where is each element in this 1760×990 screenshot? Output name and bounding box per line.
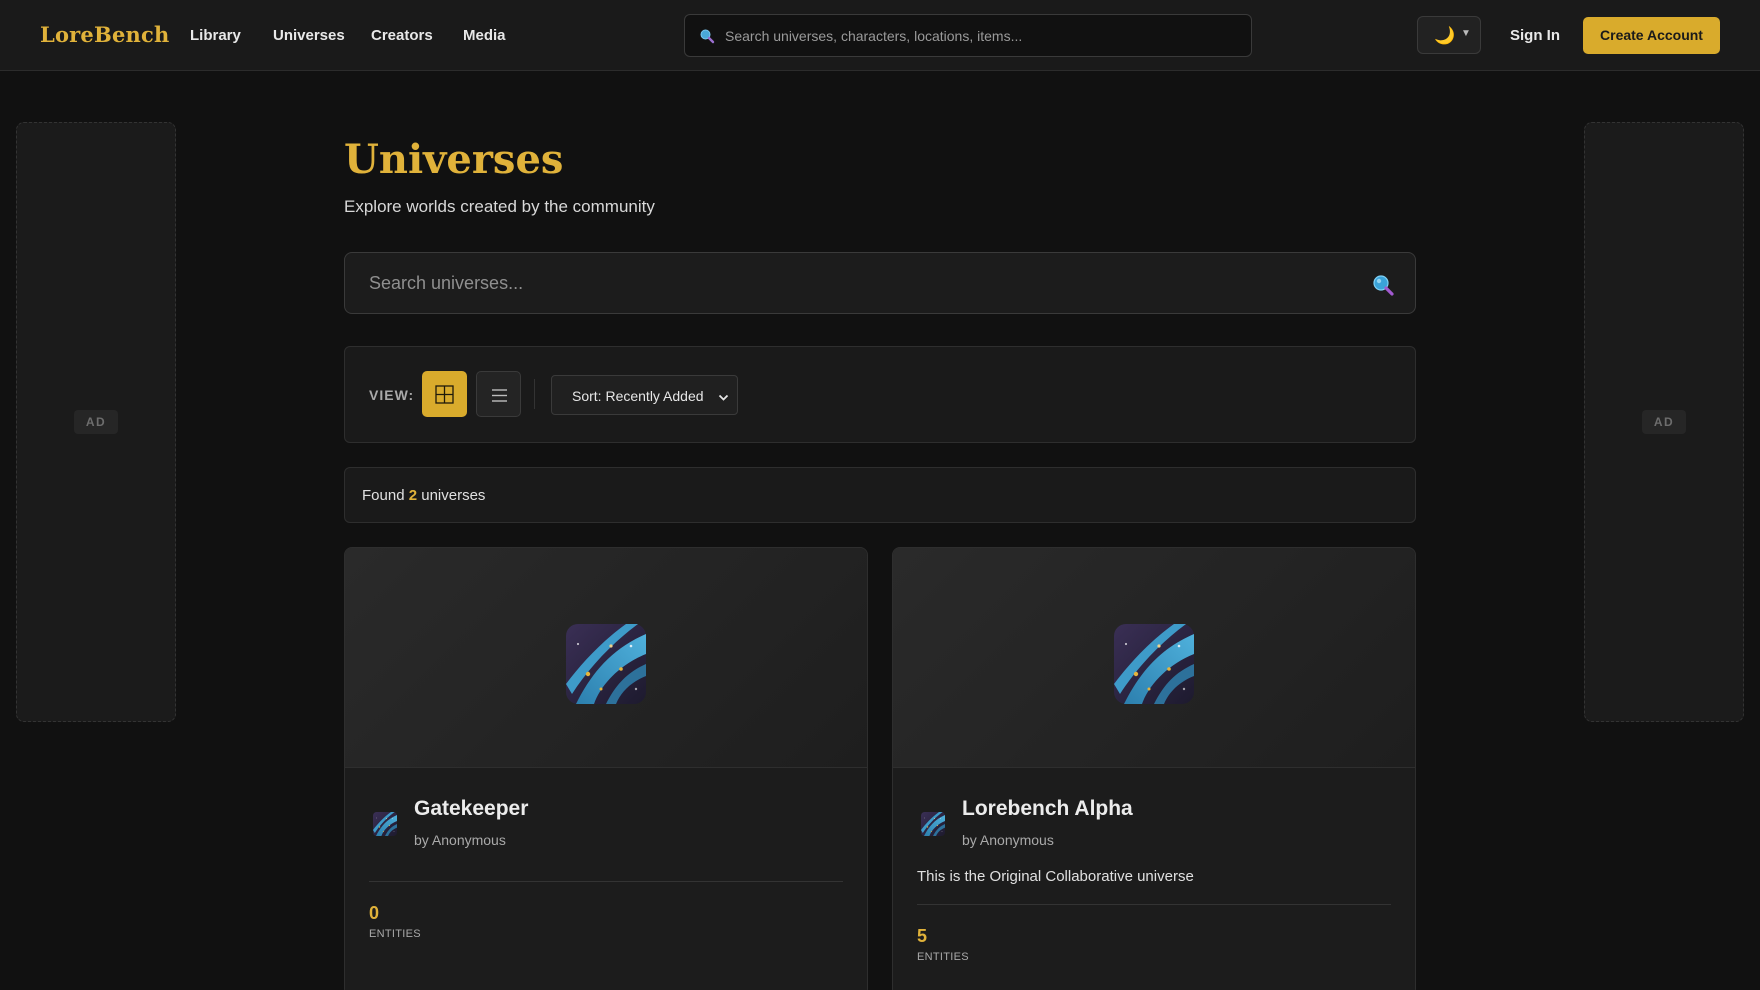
nav-media[interactable]: Media xyxy=(463,27,506,44)
card-divider xyxy=(917,904,1391,905)
sort-select[interactable]: Sort: Recently Added xyxy=(551,375,738,415)
chevron-down-icon: ▼ xyxy=(1461,28,1471,39)
entities-label: ENTITIES xyxy=(917,951,969,963)
card-banner xyxy=(893,548,1415,768)
search-icon[interactable] xyxy=(1371,273,1395,297)
entities-label: ENTITIES xyxy=(369,928,421,940)
universe-card[interactable]: Gatekeeper by Anonymous 0 ENTITIES xyxy=(344,547,868,990)
universe-icon xyxy=(373,812,397,836)
universe-icon xyxy=(566,624,646,704)
logo[interactable]: LoreBench xyxy=(40,22,169,47)
universe-icon xyxy=(1114,624,1194,704)
toolbar-divider xyxy=(534,379,535,409)
list-view-button[interactable] xyxy=(476,371,521,417)
found-prefix: Found xyxy=(362,487,405,504)
global-search-input[interactable] xyxy=(725,15,1245,56)
universe-search-box[interactable] xyxy=(344,252,1416,314)
entities-count: 5 xyxy=(917,926,928,946)
grid-view-button[interactable] xyxy=(422,371,467,417)
results-count-bar: Found 2 universes xyxy=(344,467,1416,523)
nav-creators[interactable]: Creators xyxy=(371,27,433,44)
ad-label: AD xyxy=(1642,410,1686,434)
ad-label: AD xyxy=(74,410,118,434)
universe-icon xyxy=(921,812,945,836)
universe-card[interactable]: Lorebench Alpha by Anonymous This is the… xyxy=(892,547,1416,990)
card-title[interactable]: Gatekeeper xyxy=(414,797,528,821)
card-author: by Anonymous xyxy=(962,832,1054,848)
top-navbar: LoreBench Library Universes Creators Med… xyxy=(0,0,1760,71)
global-search-box[interactable] xyxy=(684,14,1252,57)
page-subtitle: Explore worlds created by the community xyxy=(344,197,655,216)
found-suffix: universes xyxy=(421,487,486,504)
theme-toggle-button[interactable]: 🌙 ▼ xyxy=(1417,16,1481,54)
view-toolbar: VIEW: Sort: Recently Added xyxy=(344,346,1416,443)
card-title[interactable]: Lorebench Alpha xyxy=(962,797,1133,821)
search-icon xyxy=(699,28,715,44)
grid-icon xyxy=(435,385,454,404)
entities-count: 0 xyxy=(369,903,380,923)
nav-library[interactable]: Library xyxy=(190,27,241,44)
found-count: 2 xyxy=(408,487,418,504)
chevron-down-icon xyxy=(718,390,729,408)
ad-rail-left: AD xyxy=(16,122,176,722)
universe-search-input[interactable] xyxy=(369,253,1329,313)
sign-in-link[interactable]: Sign In xyxy=(1510,27,1560,44)
moon-icon: 🌙 xyxy=(1434,26,1456,45)
card-divider xyxy=(369,881,843,882)
card-banner xyxy=(345,548,867,768)
card-description: This is the Original Collaborative unive… xyxy=(917,868,1194,885)
page-title: Universes xyxy=(344,136,564,183)
nav-universes[interactable]: Universes xyxy=(273,27,345,44)
results-count-text: Found 2 universes xyxy=(362,487,485,504)
create-account-button[interactable]: Create Account xyxy=(1583,17,1720,54)
view-label: VIEW: xyxy=(369,387,415,403)
sort-selected-value: Sort: Recently Added xyxy=(572,388,704,404)
ad-rail-right: AD xyxy=(1584,122,1744,722)
card-author: by Anonymous xyxy=(414,832,506,848)
list-icon xyxy=(492,389,507,402)
